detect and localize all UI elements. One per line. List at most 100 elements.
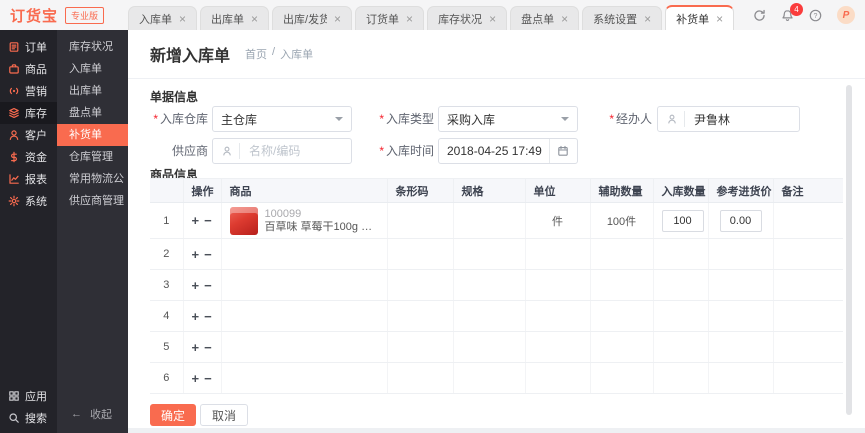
sidebar-collapse-button[interactable]: ← 收起 bbox=[57, 403, 128, 425]
supplier-input[interactable] bbox=[247, 143, 343, 159]
table-header-row: 操作 商品 条形码 规格 单位 辅助数量 入库数量 参考进货价 备注 bbox=[150, 178, 843, 203]
tab-item[interactable]: 入库单 × bbox=[128, 6, 198, 30]
spec-cell bbox=[453, 362, 526, 394]
sidebar-item-search[interactable]: 搜索 bbox=[0, 407, 57, 429]
tab-item[interactable]: 订货单 × bbox=[355, 6, 425, 30]
remove-row-button[interactable]: − bbox=[204, 213, 212, 228]
remark-cell bbox=[773, 362, 843, 394]
notification-bell-icon[interactable]: 4 bbox=[781, 2, 803, 22]
sidebar-item-label: 库存 bbox=[25, 108, 47, 120]
close-icon[interactable]: × bbox=[644, 13, 651, 25]
cancel-button[interactable]: 取消 bbox=[200, 404, 248, 426]
close-icon[interactable]: × bbox=[489, 13, 496, 25]
secondary-sidebar-item[interactable]: 常用物流公 bbox=[57, 168, 128, 190]
add-row-button[interactable]: + bbox=[192, 247, 200, 262]
table-row: 5 + − bbox=[150, 331, 843, 363]
secondary-sidebar-item[interactable]: 补货单 bbox=[57, 124, 128, 146]
tab-item[interactable]: 盘点单 × bbox=[510, 6, 580, 30]
handler-field[interactable] bbox=[657, 106, 800, 132]
vertical-scrollbar[interactable] bbox=[846, 85, 852, 415]
sidebar-item-label: 系统 bbox=[25, 196, 47, 208]
close-icon[interactable]: × bbox=[716, 13, 723, 25]
required-asterisk: * bbox=[609, 112, 614, 126]
aux-qty-cell: 100件 bbox=[590, 202, 654, 239]
warehouse-select[interactable]: 主仓库 bbox=[212, 106, 352, 132]
tab-item[interactable]: 库存状况 × bbox=[427, 6, 508, 30]
add-row-button[interactable]: + bbox=[192, 309, 200, 324]
secondary-sidebar-item[interactable]: 盘点单 bbox=[57, 102, 128, 124]
remove-row-button[interactable]: − bbox=[204, 247, 212, 262]
product-cell bbox=[221, 238, 388, 270]
row-actions: + − bbox=[183, 362, 222, 394]
add-row-button[interactable]: + bbox=[192, 371, 200, 386]
warehouse-value: 主仓库 bbox=[221, 112, 258, 127]
remove-row-button[interactable]: − bbox=[204, 340, 212, 355]
tab-item[interactable]: 系统设置 × bbox=[582, 6, 663, 30]
sidebar-item-inventory[interactable]: 库存 bbox=[0, 102, 57, 124]
primary-sidebar: 订单 商品 营销库存客户资金报表系统 应用 搜索 bbox=[0, 30, 57, 433]
secondary-sidebar-item[interactable]: 供应商管理 bbox=[57, 190, 128, 212]
tab-label: 入库单 bbox=[139, 13, 172, 26]
sidebar-item-orders[interactable]: 订单 bbox=[0, 36, 57, 58]
sidebar-item-apps[interactable]: 应用 bbox=[0, 385, 57, 407]
sidebar-item-label: 资金 bbox=[25, 152, 47, 164]
product-cell bbox=[221, 331, 388, 363]
breadcrumb-home[interactable]: 首页 bbox=[245, 46, 267, 62]
report-icon bbox=[8, 173, 20, 185]
close-icon[interactable]: × bbox=[334, 13, 341, 25]
sidebar-item-customers[interactable]: 客户 bbox=[0, 124, 57, 146]
secondary-sidebar-item[interactable]: 仓库管理 bbox=[57, 146, 128, 168]
remove-row-button[interactable]: − bbox=[204, 278, 212, 293]
close-icon[interactable]: × bbox=[561, 13, 568, 25]
column-header: 单位 bbox=[525, 178, 591, 203]
collapse-arrow-icon: ← bbox=[71, 408, 82, 420]
refresh-icon[interactable] bbox=[753, 9, 766, 22]
sidebar-item-marketing[interactable]: 营销 bbox=[0, 80, 57, 102]
type-select[interactable]: 采购入库 bbox=[438, 106, 578, 132]
main-content: 新增入库单 首页 / 入库单 单据信息 * 入库仓库 主仓库 * 入库类型 采购入库… bbox=[128, 30, 865, 428]
time-field[interactable]: 2018-04-25 17:49 bbox=[438, 138, 578, 164]
unit-cell bbox=[525, 269, 591, 301]
column-header: 参考进货价 bbox=[708, 178, 774, 203]
sidebar-item-funds[interactable]: 资金 bbox=[0, 146, 57, 168]
price-input[interactable] bbox=[719, 209, 762, 232]
tab-item[interactable]: 补货单 × bbox=[665, 5, 735, 30]
close-icon[interactable]: × bbox=[406, 13, 413, 25]
handler-input[interactable] bbox=[692, 111, 791, 127]
remove-row-button[interactable]: − bbox=[204, 309, 212, 324]
product-cell[interactable]: 100099百草味 草莓干100g 蜜饯水果… bbox=[221, 202, 388, 239]
add-row-button[interactable]: + bbox=[192, 340, 200, 355]
qty-input[interactable] bbox=[661, 209, 704, 232]
tab-item[interactable]: 出库/发货 × bbox=[272, 6, 353, 30]
price-cell bbox=[708, 269, 774, 301]
type-value: 采购入库 bbox=[447, 112, 496, 127]
chevron-down-icon bbox=[561, 117, 569, 125]
calendar-icon[interactable] bbox=[549, 139, 569, 163]
aux-qty-cell bbox=[590, 331, 654, 363]
secondary-sidebar-item[interactable]: 出库单 bbox=[57, 80, 128, 102]
confirm-button[interactable]: 确定 bbox=[150, 404, 196, 426]
breadcrumb: 首页 / 入库单 bbox=[245, 46, 313, 62]
collapse-label: 收起 bbox=[90, 409, 112, 421]
secondary-sidebar-item[interactable]: 入库单 bbox=[57, 58, 128, 80]
qty-cell bbox=[653, 202, 709, 239]
qty-cell bbox=[653, 362, 709, 394]
close-icon[interactable]: × bbox=[179, 13, 186, 25]
remove-row-button[interactable]: − bbox=[204, 371, 212, 386]
sidebar-item-products[interactable]: 商品 bbox=[0, 58, 57, 80]
supplier-field[interactable] bbox=[212, 138, 352, 164]
sidebar-item-reports[interactable]: 报表 bbox=[0, 168, 57, 190]
sidebar-item-system[interactable]: 系统 bbox=[0, 190, 57, 212]
user-avatar[interactable]: P bbox=[837, 6, 855, 24]
add-row-button[interactable]: + bbox=[192, 278, 200, 293]
help-icon[interactable]: ? bbox=[809, 9, 822, 22]
tab-item[interactable]: 出库单 × bbox=[200, 6, 270, 30]
aux-qty-cell bbox=[590, 300, 654, 332]
add-row-button[interactable]: + bbox=[192, 213, 200, 228]
secondary-sidebar-item[interactable]: 库存状况 bbox=[57, 36, 128, 58]
close-icon[interactable]: × bbox=[251, 13, 258, 25]
column-header: 入库数量 bbox=[653, 178, 709, 203]
tab-label: 盘点单 bbox=[521, 13, 555, 26]
spec-cell bbox=[453, 238, 526, 270]
notification-badge: 4 bbox=[790, 2, 803, 16]
